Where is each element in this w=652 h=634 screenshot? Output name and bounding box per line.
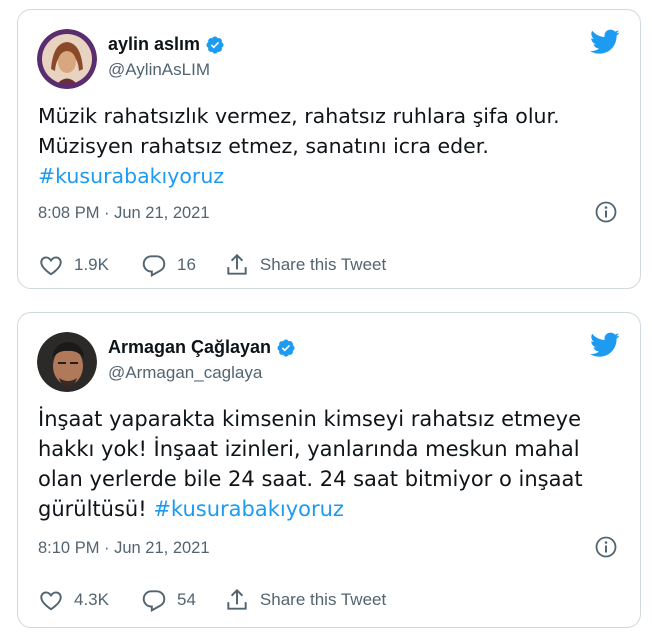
tweet-card[interactable]: aylin aslım @AylinAsLIM Müzik rahatsızlı…	[17, 9, 641, 289]
avatar[interactable]	[37, 332, 97, 392]
display-name[interactable]: aylin aslım	[108, 34, 225, 55]
tweet-text: Müzik rahatsızlık vermez, rahatsız ruhla…	[38, 101, 628, 191]
like-count: 1.9K	[74, 255, 109, 274]
share-icon	[227, 588, 247, 610]
twitter-bird-icon[interactable]	[590, 332, 620, 358]
tweet-actions: 4.3K 54 Share this Tweet	[38, 587, 386, 613]
info-icon[interactable]	[594, 535, 618, 559]
like-count: 4.3K	[74, 590, 109, 609]
reply-button[interactable]: 54	[141, 587, 196, 613]
like-button[interactable]: 4.3K	[38, 587, 109, 613]
info-icon[interactable]	[594, 200, 618, 224]
share-label: Share this Tweet	[259, 590, 387, 609]
reply-count: 16	[176, 255, 196, 274]
tweet-body: Müzik rahatsızlık vermez, rahatsız ruhla…	[38, 104, 560, 158]
share-button[interactable]: Share this Tweet	[224, 587, 386, 613]
share-label: Share this Tweet	[259, 255, 387, 274]
display-name-text[interactable]: Armagan Çağlayan	[108, 337, 271, 358]
avatar[interactable]	[37, 29, 97, 89]
reply-icon	[142, 255, 166, 277]
like-button[interactable]: 1.9K	[38, 252, 109, 278]
heart-icon	[40, 591, 62, 611]
tweet-actions: 1.9K 16 Share this Tweet	[38, 252, 386, 278]
reply-icon	[142, 590, 166, 612]
reply-button[interactable]: 16	[141, 252, 196, 278]
display-name-text[interactable]: aylin aslım	[108, 34, 200, 55]
share-icon	[227, 253, 247, 275]
verified-badge-icon	[206, 35, 224, 54]
handle[interactable]: @AylinAsLIM	[108, 60, 210, 80]
share-button[interactable]: Share this Tweet	[224, 252, 386, 278]
handle[interactable]: @Armagan_caglaya	[108, 363, 262, 383]
timestamp[interactable]: 8:08 PM · Jun 21, 2021	[38, 204, 210, 223]
display-name[interactable]: Armagan Çağlayan	[108, 337, 296, 358]
hashtag-link[interactable]: #kusurabakıyoruz	[153, 497, 344, 521]
timestamp[interactable]: 8:10 PM · Jun 21, 2021	[38, 539, 210, 558]
reply-count: 54	[176, 590, 196, 609]
tweet-text: İnşaat yaparakta kimsenin kimseyi rahats…	[38, 404, 628, 524]
twitter-bird-icon[interactable]	[590, 29, 620, 55]
verified-badge-icon	[277, 338, 295, 357]
heart-icon	[40, 256, 62, 276]
tweet-card[interactable]: Armagan Çağlayan @Armagan_caglaya İnşaat…	[17, 312, 641, 628]
hashtag-link[interactable]: #kusurabakıyoruz	[38, 164, 224, 188]
